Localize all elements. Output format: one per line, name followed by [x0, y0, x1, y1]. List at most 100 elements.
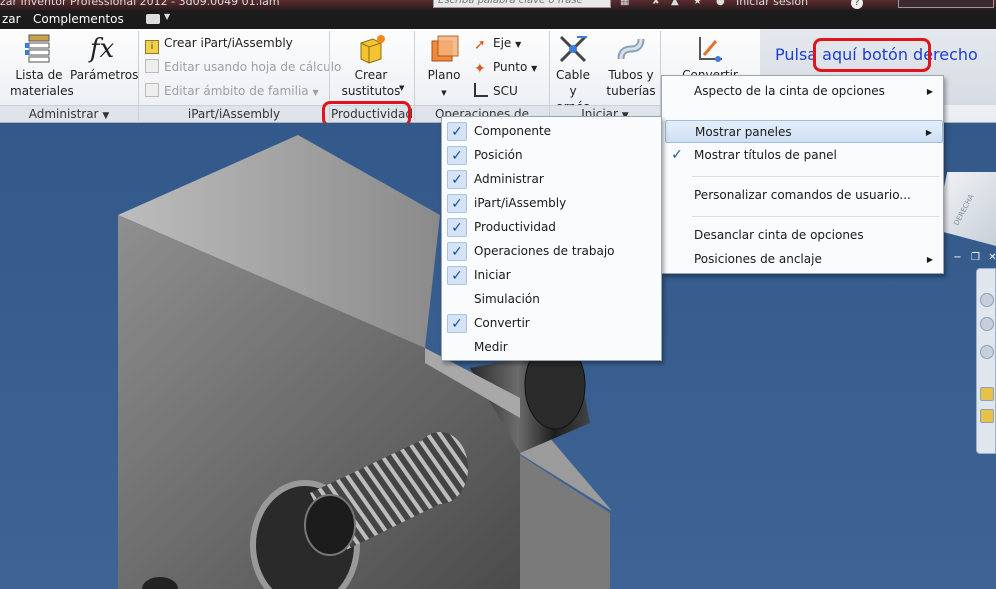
plane-icon: [431, 35, 459, 62]
title-bar: zar Inventor Professional 2012 - 3d09.00…: [0, 0, 996, 10]
bell-icon[interactable]: ▲: [671, 0, 679, 7]
bom-label-2: materiales: [10, 84, 74, 98]
create-substitutes-button[interactable]: Crear sustitutos: [340, 33, 402, 99]
ipart-create-icon: i: [145, 40, 159, 54]
panel-toggle-operaciones[interactable]: ✓ Operaciones de trabajo: [442, 240, 661, 263]
checkmark-icon: ✓: [447, 194, 467, 213]
viewcube-face-label: DERECHA: [952, 193, 976, 227]
point-button[interactable]: ✦ Punto ▼: [474, 59, 537, 77]
family-scope-icon: [145, 83, 159, 97]
panel-toggle-iniciar[interactable]: ✓ Iniciar: [442, 264, 661, 287]
bill-of-materials-button[interactable]: Lista de materiales: [10, 33, 74, 99]
panel-toggle-label: Administrar: [474, 172, 544, 186]
checkmark-icon: ✓: [447, 242, 467, 261]
parameters-label: Parámetros: [70, 68, 139, 82]
point-icon: ✦: [474, 61, 486, 77]
create-ipart-label: Crear iPart/iAssembly: [164, 36, 293, 50]
chevron-down-icon[interactable]: ▼: [164, 12, 170, 21]
panel-toggle-administrar[interactable]: ✓ Administrar: [442, 168, 661, 191]
list-icon: [25, 34, 50, 63]
menu-item[interactable]: zar: [2, 12, 21, 26]
panel-title-administrar[interactable]: Administrar ▼: [0, 105, 138, 122]
cable-harness-button[interactable]: Cable y arnés: [551, 33, 595, 115]
user-icon[interactable]: ●: [716, 0, 725, 7]
menu-separator: [692, 216, 939, 217]
edit-family-scope-label: Editar ámbito de familia: [164, 84, 309, 98]
menu-item-label: Mostrar paneles: [695, 125, 792, 139]
menu-item-complementos[interactable]: Complementos: [33, 12, 124, 26]
checkmark-icon: ✓: [447, 266, 467, 285]
panel-toggle-convertir[interactable]: ✓ Convertir: [442, 312, 661, 335]
help-icon[interactable]: ?: [851, 0, 863, 9]
chevron-down-icon: ▼: [399, 84, 405, 92]
zoom-icon[interactable]: [980, 317, 994, 331]
menu-item-ribbon-appearance[interactable]: Aspecto de la cinta de opciones ▶: [662, 80, 943, 103]
checkmark-icon: ✓: [447, 122, 467, 141]
ucs-icon: [474, 83, 488, 97]
panel-toggle-label: Componente: [474, 124, 552, 138]
panel-toggle-ipart[interactable]: ✓ iPart/iAssembly: [442, 192, 661, 215]
menu-separator: [692, 176, 939, 177]
parameters-button[interactable]: fx Parámetros: [70, 33, 138, 83]
edit-spreadsheet-label: Editar usando hoja de cálculo: [164, 60, 342, 74]
star-icon[interactable]: ★: [693, 0, 702, 7]
substitute-icon: [360, 35, 385, 64]
panel-toggle-label: iPart/iAssembly: [474, 196, 567, 210]
x-icon[interactable]: ✘: [652, 0, 660, 7]
panel-toggle-label: Posición: [474, 148, 523, 162]
point-label: Punto: [493, 60, 528, 74]
window-controls[interactable]: [898, 0, 994, 8]
create-ipart-button[interactable]: i Crear iPart/iAssembly: [145, 35, 293, 54]
checkmark-icon: ✓: [447, 146, 467, 165]
chevron-right-icon: ▶: [926, 255, 933, 264]
axis-icon: ➚: [474, 37, 486, 53]
menu-item-show-panels[interactable]: Mostrar paneles ▶: [665, 120, 943, 143]
binoculars-icon[interactable]: ▦: [620, 0, 629, 7]
menu-item-undock-ribbon[interactable]: Desanclar cinta de opciones: [662, 224, 943, 247]
tube-label-1: Tubos y: [608, 68, 654, 82]
steering-wheel-icon[interactable]: [980, 409, 994, 423]
search-input[interactable]: Escriba palabra clave o frase: [433, 0, 611, 8]
menu-item-label: Posiciones de anclaje: [694, 252, 822, 266]
spreadsheet-icon: [145, 59, 159, 73]
window-title: zar Inventor Professional 2012 - 3d09.00…: [0, 0, 280, 8]
minimize-icon[interactable]: −: [951, 253, 964, 263]
fx-icon: fx: [89, 34, 115, 64]
panel-toggle-productividad[interactable]: ✓ Productividad: [442, 216, 661, 239]
edit-spreadsheet-button: Editar usando hoja de cálculo: [145, 59, 341, 75]
panel-title-productividad[interactable]: Productividad: [330, 105, 414, 122]
axis-button[interactable]: ➚ Eje ▼: [474, 35, 521, 53]
panel-title-administrar-label: Administrar: [28, 107, 99, 121]
panel-toggle-medir[interactable]: Medir: [442, 336, 661, 359]
panel-toggle-label: Productividad: [474, 220, 556, 234]
panel-toggle-componente[interactable]: ✓ Componente: [442, 120, 661, 143]
pan-icon[interactable]: [980, 293, 994, 307]
close-icon[interactable]: ✕: [986, 253, 996, 263]
panel-toggle-label: Operaciones de trabajo: [474, 244, 615, 258]
checkmark-icon: ✓: [447, 314, 467, 333]
tube-pipe-button[interactable]: Tubos y tuberías: [604, 33, 658, 99]
menu-item-dock-positions[interactable]: Posiciones de anclaje ▶: [662, 248, 943, 271]
orbit-icon[interactable]: [980, 345, 994, 359]
panel-toggle-posicion[interactable]: ✓ Posición: [442, 144, 661, 167]
menu-item-label: Personalizar comandos de usuario...: [694, 188, 911, 202]
panel-title-ipart[interactable]: iPart/iAssembly: [139, 105, 329, 122]
menu-item-customize-commands[interactable]: Personalizar comandos de usuario...: [662, 184, 943, 207]
ucs-button[interactable]: SCU: [474, 83, 518, 99]
menu-item-label: Aspecto de la cinta de opciones: [694, 84, 885, 98]
menu-item-label: Desanclar cinta de opciones: [694, 228, 864, 242]
plane-button[interactable]: Plano ▼: [420, 33, 468, 101]
quick-access-icon[interactable]: [146, 14, 160, 24]
chevron-down-icon: ▼: [441, 89, 447, 97]
panel-toggle-simulacion[interactable]: Simulación: [442, 288, 661, 311]
checkmark-icon: ✓: [447, 218, 467, 237]
panel-toggle-label: Medir: [474, 340, 508, 354]
plane-label: Plano: [427, 68, 461, 82]
menu-item-label: Mostrar títulos de panel: [694, 148, 837, 162]
create-substitutes-label-1: Crear: [354, 68, 388, 82]
login-link[interactable]: Iniciar sesión: [736, 0, 808, 8]
look-at-icon[interactable]: [980, 387, 994, 401]
navigation-bar: [976, 268, 996, 454]
menu-item-show-panel-titles[interactable]: ✓ Mostrar títulos de panel: [662, 144, 943, 167]
restore-icon[interactable]: ❐: [969, 253, 982, 263]
